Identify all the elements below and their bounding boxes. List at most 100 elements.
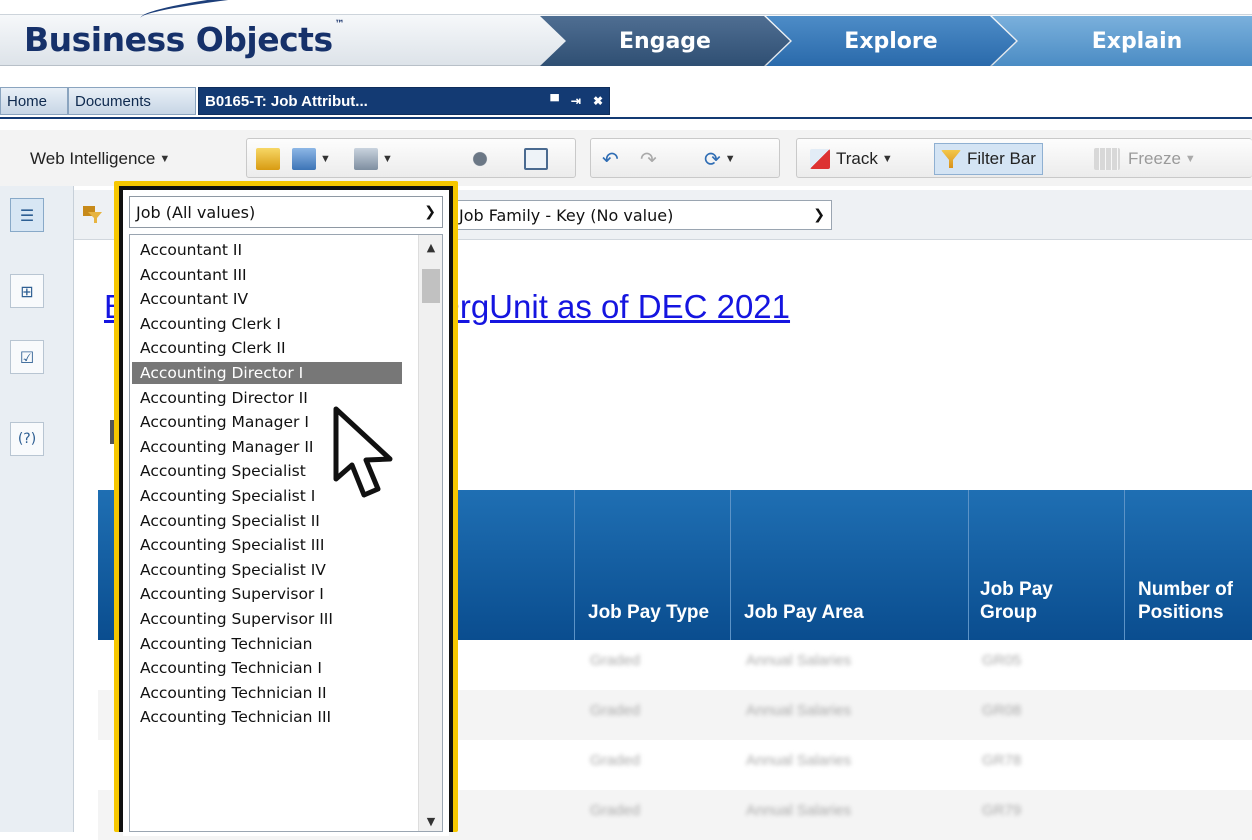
- cell-pay-group: GR08: [982, 702, 1022, 719]
- chevron-down-icon[interactable]: ▼: [725, 153, 736, 165]
- app-header: Business Objects ™ Engage Explore Explain: [0, 0, 1252, 68]
- job-filter-panel: Job (All values) ❯ ▲ ▼ Accountant II Acco…: [123, 190, 449, 836]
- filter-bar-icon: [83, 206, 102, 223]
- chevron-down-icon[interactable]: ▼: [382, 153, 393, 165]
- job-option[interactable]: Accounting Specialist IV: [136, 559, 400, 581]
- job-option[interactable]: Accounting Supervisor I: [136, 583, 400, 605]
- mouse-cursor-icon: [333, 406, 393, 498]
- pin-icon[interactable]: ⇥: [571, 94, 581, 108]
- job-option[interactable]: Accounting Specialist II: [136, 510, 400, 532]
- scroll-up-icon[interactable]: ▲: [419, 237, 442, 257]
- column-header-positions[interactable]: Number of Positions: [1138, 578, 1248, 624]
- filter-bar-label: Filter Bar: [967, 149, 1036, 168]
- open-button[interactable]: [256, 142, 280, 176]
- job-option[interactable]: Accountant IV: [136, 288, 400, 310]
- job-options-listbox[interactable]: ▲ ▼ Accountant II Accountant III Accountan…: [129, 234, 443, 832]
- binoculars-icon: [468, 148, 492, 170]
- nav-explain[interactable]: Explain: [992, 16, 1252, 66]
- job-filter-select[interactable]: Job (All values) ❯: [129, 196, 443, 228]
- checklist-icon: ☑: [19, 347, 35, 367]
- navigation-map-button[interactable]: ⊞: [10, 274, 44, 308]
- export-icon: [524, 148, 548, 170]
- scroll-thumb[interactable]: [422, 269, 440, 303]
- chevron-down-icon[interactable]: ▼: [320, 153, 331, 165]
- job-option[interactable]: Accounting Technician III: [136, 706, 400, 728]
- job-option-selected[interactable]: Accounting Director I: [132, 362, 402, 384]
- cell-pay-area: Annual Salaries: [746, 652, 852, 669]
- scroll-down-icon[interactable]: ▼: [419, 811, 442, 831]
- cell-pay-group: GR78: [982, 752, 1022, 769]
- job-option[interactable]: Accounting Technician I: [136, 657, 400, 679]
- print-icon: [354, 148, 378, 170]
- redo-button[interactable]: ↷: [640, 142, 657, 176]
- cell-pay-area: Annual Salaries: [746, 802, 852, 819]
- tab-active-label: B0165-T: Job Attribut...: [205, 92, 368, 110]
- cell-pay-group: GR79: [982, 802, 1022, 819]
- cell-pay-area: Annual Salaries: [746, 702, 852, 719]
- export-button[interactable]: [524, 142, 548, 176]
- cell-pay-type: Graded: [590, 802, 641, 819]
- column-header-pay-group[interactable]: Job Pay Group: [980, 578, 1110, 624]
- print-button[interactable]: ▼: [354, 142, 393, 176]
- help-button[interactable]: (?): [10, 422, 44, 456]
- save-button[interactable]: ▼: [292, 142, 331, 176]
- track-icon: [810, 149, 830, 169]
- column-divider: [1124, 490, 1125, 640]
- chevron-down-icon[interactable]: ▼: [882, 153, 893, 165]
- track-label: Track: [836, 149, 878, 168]
- chevron-down-icon: ▼: [159, 153, 171, 165]
- cell-pay-group: GR05: [982, 652, 1022, 669]
- column-divider: [968, 490, 969, 640]
- column-header-pay-area[interactable]: Job Pay Area: [744, 601, 964, 624]
- left-panel-rail: ☰ ⊞ ☑ (?): [0, 186, 74, 832]
- redo-icon: ↷: [640, 148, 657, 171]
- document-structure-button[interactable]: ☰: [10, 198, 44, 232]
- tree-icon: ⊞: [20, 281, 34, 301]
- toolbar: Web Intelligence ▼ ▼ ▼ ↶ ↷ ⟳ ▼ Track ▼ F…: [0, 130, 1252, 186]
- nav-explore[interactable]: Explore: [766, 16, 1016, 66]
- tab-documents[interactable]: Documents: [68, 87, 196, 115]
- job-option[interactable]: Accounting Supervisor III: [136, 608, 400, 630]
- job-option[interactable]: Accounting Specialist III: [136, 534, 400, 556]
- job-family-filter-select[interactable]: Job Family - Key (No value) ❯: [452, 200, 832, 230]
- tab-row: Home Documents B0165-T: Job Attribut... …: [0, 84, 1252, 118]
- job-option[interactable]: Accountant III: [136, 264, 400, 286]
- cell-pay-type: Graded: [590, 702, 641, 719]
- cell-pay-type: Graded: [590, 652, 641, 669]
- listbox-scrollbar[interactable]: ▲ ▼: [418, 235, 442, 831]
- track-button[interactable]: Track ▼: [810, 142, 893, 176]
- freeze-grid-icon: [1094, 148, 1120, 170]
- tab-home[interactable]: Home: [0, 87, 68, 115]
- brand-logo: Business Objects ™: [24, 19, 345, 59]
- job-option[interactable]: Accountant II: [136, 239, 400, 261]
- refresh-button[interactable]: ⟳ ▼: [704, 142, 736, 176]
- job-family-filter-value: Job Family - Key (No value): [459, 205, 674, 225]
- minimize-icon[interactable]: ▀: [550, 94, 559, 108]
- column-header-pay-type[interactable]: Job Pay Type: [588, 601, 718, 624]
- job-option[interactable]: Accounting Clerk I: [136, 313, 400, 335]
- folder-open-icon: [256, 148, 280, 170]
- help-icon: (?): [17, 431, 37, 447]
- report-title-visible: OrgUnit as of DEC 2021: [434, 288, 791, 325]
- web-intelligence-menu[interactable]: Web Intelligence ▼: [30, 142, 170, 176]
- job-option[interactable]: Accounting Clerk II: [136, 337, 400, 359]
- filter-bar-button[interactable]: Filter Bar: [934, 143, 1043, 175]
- filter-icon: [941, 150, 961, 168]
- find-button[interactable]: [468, 142, 492, 176]
- freeze-button[interactable]: Freeze ▼: [1094, 142, 1196, 176]
- close-icon[interactable]: ✖: [593, 94, 603, 108]
- cell-pay-area: Annual Salaries: [746, 752, 852, 769]
- job-option[interactable]: Accounting Technician II: [136, 682, 400, 704]
- freeze-label: Freeze: [1128, 149, 1181, 168]
- undo-icon: ↶: [602, 148, 619, 171]
- callout-highlight: Job (All values) ❯ ▲ ▼ Accountant II Acco…: [114, 181, 458, 836]
- undo-button[interactable]: ↶: [602, 142, 619, 176]
- chevron-down-icon[interactable]: ▼: [1185, 153, 1196, 165]
- nav-engage[interactable]: Engage: [540, 16, 790, 66]
- job-option[interactable]: Accounting Technician: [136, 633, 400, 655]
- input-controls-button[interactable]: ☑: [10, 340, 44, 374]
- tab-active-document[interactable]: B0165-T: Job Attribut... ▀ ⇥ ✖: [198, 87, 610, 115]
- column-divider: [730, 490, 731, 640]
- refresh-icon: ⟳: [704, 148, 721, 171]
- document-icon: ☰: [19, 205, 35, 225]
